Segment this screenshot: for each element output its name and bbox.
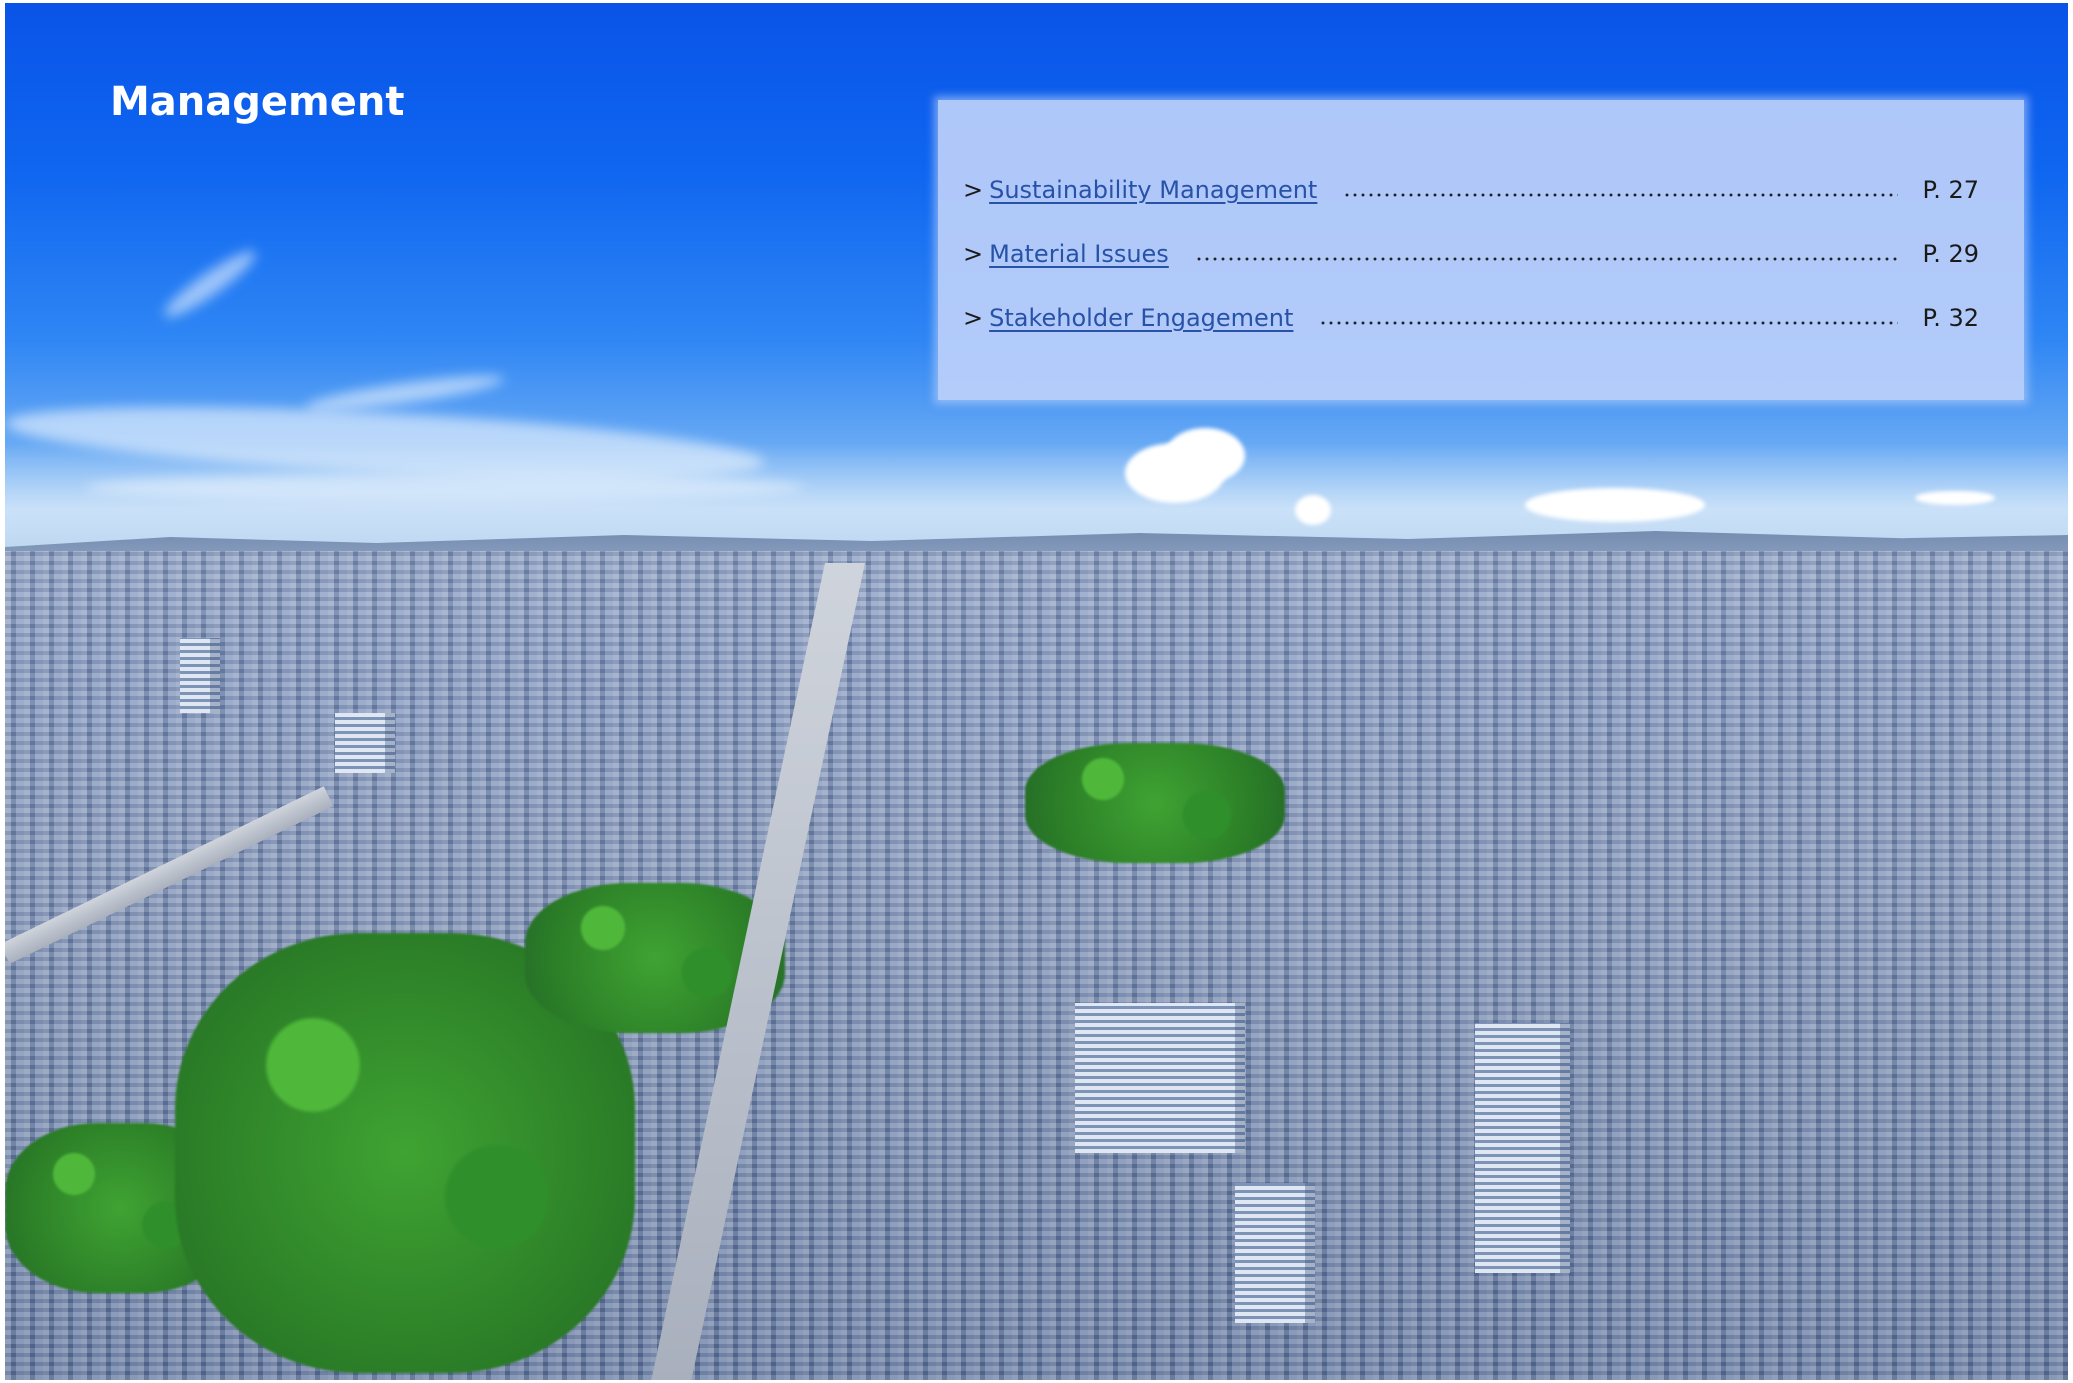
cumulus-cloud (1525, 488, 1705, 522)
page-title: Management (110, 79, 405, 125)
toc-item: > Stakeholder Engagement P. 32 (963, 301, 1979, 335)
cumulus-cloud (1165, 428, 1245, 483)
skyscraper (1475, 1023, 1570, 1273)
apartment-block (1235, 1183, 1315, 1323)
toc-page-number: P. 27 (1922, 176, 1979, 204)
toc-marker: > (963, 176, 984, 204)
cumulus-cloud (1295, 495, 1331, 525)
park-greenery (1025, 743, 1285, 863)
toc-link-sustainability-management[interactable]: Sustainability Management (989, 176, 1317, 204)
leader-dots (1194, 256, 1899, 262)
office-building (335, 713, 395, 773)
page: Management > Sustainability Management P… (5, 3, 2068, 1380)
toc-marker: > (963, 304, 984, 332)
toc-item: > Sustainability Management P. 27 (963, 173, 1979, 207)
toc-page-number: P. 32 (1922, 304, 1979, 332)
toc-page-number: P. 29 (1922, 240, 1979, 268)
leader-dots (1343, 192, 1899, 198)
office-building (180, 638, 220, 713)
toc-marker: > (963, 240, 984, 268)
apartment-block (1075, 1003, 1245, 1153)
cumulus-cloud (1915, 491, 1995, 505)
toc-item: > Material Issues P. 29 (963, 237, 1979, 271)
toc-link-material-issues[interactable]: Material Issues (989, 240, 1169, 268)
toc-panel: > Sustainability Management P. 27 > Mate… (938, 100, 2024, 400)
toc-link-stakeholder-engagement[interactable]: Stakeholder Engagement (989, 304, 1293, 332)
leader-dots (1319, 320, 1899, 326)
